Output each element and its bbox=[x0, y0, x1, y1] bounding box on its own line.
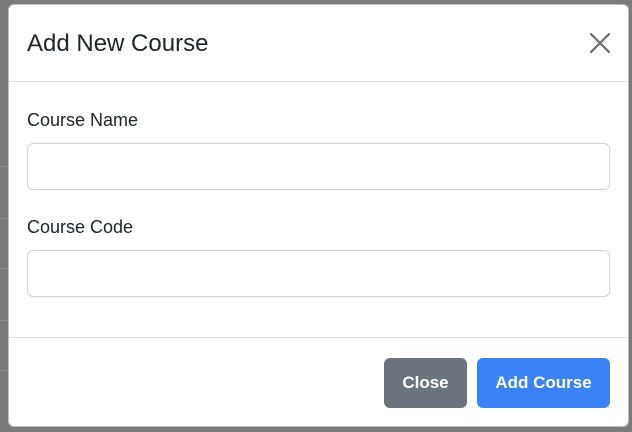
course-name-label: Course Name bbox=[27, 110, 139, 130]
close-icon[interactable] bbox=[588, 31, 612, 55]
modal-title: Add New Course bbox=[27, 30, 209, 57]
add-course-button[interactable]: Add Course bbox=[477, 358, 610, 408]
modal-body: Course Name Course Code bbox=[9, 82, 628, 338]
modal-footer: Close Add Course bbox=[9, 337, 628, 426]
close-button[interactable]: Close bbox=[384, 358, 467, 408]
add-course-modal: Add New Course Course Name Course Code C… bbox=[8, 4, 629, 427]
course-name-input[interactable] bbox=[27, 143, 610, 190]
course-code-label: Course Code bbox=[27, 217, 134, 237]
course-code-input[interactable] bbox=[27, 250, 610, 297]
modal-header: Add New Course bbox=[9, 5, 628, 82]
